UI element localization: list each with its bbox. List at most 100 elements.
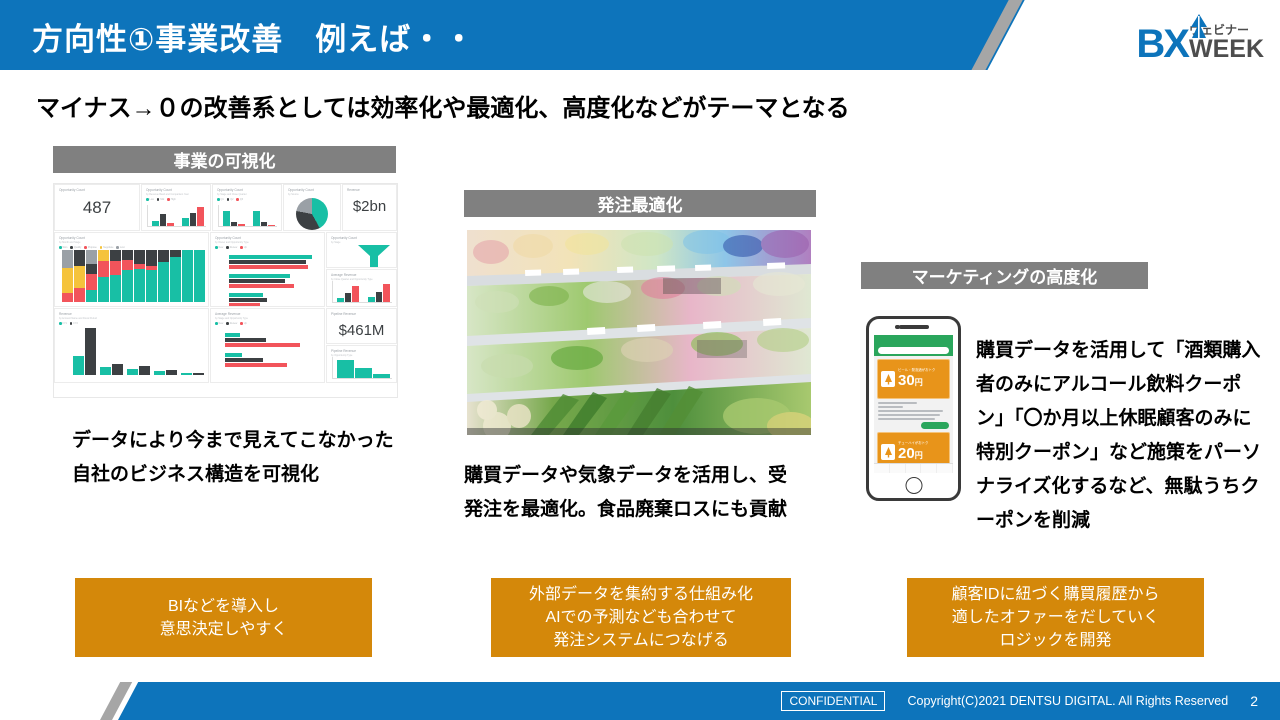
dashboard-hbar-card: Opportunity Count by Owner and Opportuni… — [210, 232, 325, 307]
section-banner-order-optimization: 発注最適化 — [464, 190, 816, 217]
action-box-visualization: BIなどを導入し 意思決定しやすく — [75, 578, 372, 657]
action-line: 適したオファーをだしていく — [951, 609, 1160, 626]
stacked-bar-group — [62, 250, 205, 302]
card-subtitle: by Stage and Opportunity Type — [215, 316, 248, 320]
coupon-icon — [881, 371, 895, 387]
kpi-opportunity-count: 487 — [82, 197, 112, 217]
bar-group — [337, 357, 390, 378]
legend-item: Q3 — [236, 198, 243, 201]
legend-item: High — [167, 198, 176, 201]
kpi-pipeline-revenue: $461M — [338, 321, 385, 339]
legend-item: New — [215, 246, 223, 249]
produce-shelf-illustration — [467, 230, 811, 435]
dashboard-bar-card: Pipeline Revenue by Opportunity Type — [326, 345, 397, 383]
coupon-amount: 30 — [898, 372, 915, 389]
card-title: Revenue — [347, 188, 360, 192]
supermarket-produce-photo — [467, 230, 811, 435]
dashboard-row-2: Opportunity Count by Month and Stage Won… — [54, 232, 397, 307]
card-subtitle: by Owner and Opportunity Type — [215, 240, 249, 244]
beer-icon — [884, 447, 892, 458]
legend-item: Low — [146, 198, 154, 201]
section-banner-visualization: 事業の可視化 — [53, 146, 396, 173]
dashboard-bar-card: Opportunity Count by Revenue Band and Co… — [141, 184, 211, 231]
nav-item[interactable] — [874, 464, 890, 473]
action-line: BIなどを導入し — [167, 597, 280, 615]
coupon-amount-row: 30円 — [898, 372, 935, 390]
nav-item[interactable] — [890, 464, 906, 473]
phone-home-button[interactable] — [905, 477, 922, 494]
copyright-text: Copyright(C)2021 DENTSU DIGITAL. All Rig… — [907, 694, 1229, 708]
coupon-unit: 円 — [914, 451, 923, 460]
dashboard-hbar-card: Average Revenue by Stage and Opportunity… — [210, 308, 325, 383]
mini-bar-chart — [332, 281, 392, 303]
bar-group — [73, 327, 204, 375]
dashboard-funnel-card: Opportunity Count by Stage — [326, 232, 397, 268]
bi-dashboard-image: Opportunity Count 487 Opportunity Count … — [53, 183, 398, 398]
action-line: 顧客IDに紐づく購買履歴から — [951, 586, 1160, 603]
legend-item: New — [215, 322, 223, 325]
footer-content: CONFIDENTIAL Copyright(C)2021 DENTSU DIG… — [680, 682, 1280, 720]
hbar-group — [229, 255, 319, 306]
dashboard-stacked-bar-card: Opportunity Count by Month and Stage Won… — [54, 232, 209, 307]
coupon-card-top[interactable]: ビール・発泡酒がおトク 30円 — [877, 359, 950, 399]
action-box-marketing: 顧客IDに紐づく購買履歴から 適したオファーをだしていく ロジックを開発 — [907, 578, 1204, 657]
smartphone-mockup: ビール・発泡酒がおトク 30円 チューハイがおトク 20円 — [866, 316, 961, 501]
dashboard-row-1: Opportunity Count 487 Opportunity Count … — [54, 184, 397, 231]
card-subtitle: by Revenue Band and Comparison Year — [146, 192, 189, 196]
legend-item: Renew — [226, 322, 237, 325]
funnel-chart — [358, 245, 390, 267]
card-subtitle: by Month and Stage — [59, 240, 81, 244]
coupon-amount-row: 20円 — [898, 445, 928, 463]
card-title: Opportunity Count — [59, 188, 85, 192]
legend-item: Lost — [116, 246, 125, 249]
dashboard-pie-card: Opportunity Count by Source — [283, 184, 341, 231]
legend-item: Q2 — [226, 198, 233, 201]
legend-item: Propose — [84, 246, 97, 249]
card-legend: FY1 FY2 — [59, 322, 204, 325]
app-search-bar[interactable] — [874, 345, 953, 356]
nav-item[interactable] — [921, 464, 938, 473]
phone-speaker — [898, 325, 929, 329]
bar-group — [223, 205, 276, 226]
action-line: 意思決定しやすく — [159, 620, 288, 638]
column-caption-marketing: 購買データを活用して「酒類購入者のみにアルコール飲料クーポン」「〇か月以上休眠顧… — [976, 340, 1262, 531]
app-status-bar — [874, 335, 953, 345]
search-input[interactable] — [878, 347, 949, 354]
app-bottom-nav[interactable] — [874, 463, 953, 473]
dashboard-row-3: Revenue by Account Name and Fiscal Perio… — [54, 308, 397, 383]
coupon-unit: 円 — [914, 378, 923, 387]
card-subtitle: by Account Name and Fiscal Period — [59, 316, 97, 320]
confidential-badge: CONFIDENTIAL — [781, 691, 886, 711]
action-line: 発注システムにつなげる — [553, 632, 729, 649]
card-legend: New Renew Up — [215, 322, 320, 325]
dashboard-right-stack: Pipeline Revenue $461M Pipeline Revenue … — [326, 308, 397, 383]
coupon-text-group: チューハイがおトク 20円 — [898, 441, 928, 463]
card-legend: New Renew Up — [215, 246, 320, 249]
pie-chart — [296, 197, 328, 230]
column-caption-order-optimization: 購買データや気象データを活用し、受発注を最適化。食品廃棄ロスにも貢献 — [464, 465, 788, 520]
legend-item: Negotiate — [99, 246, 113, 249]
dashboard-right-stack: Opportunity Count by Stage Average Reven… — [326, 232, 397, 307]
nav-item[interactable] — [937, 464, 953, 473]
legend-item: Q1 — [217, 198, 224, 201]
coupon-icon — [881, 444, 895, 460]
logo-week-text: WEEK — [1189, 35, 1264, 63]
legend-item: Mid — [156, 198, 164, 201]
mini-bar-chart — [218, 205, 277, 227]
legend-item: FY1 — [59, 322, 67, 325]
column-caption-visualization: データにより今まで見えてこなかった自社のビジネス構造を可視化 — [72, 430, 394, 485]
dashboard-kpi-card: Revenue $2bn — [342, 184, 397, 231]
phone-screen: ビール・発泡酒がおトク 30円 チューハイがおトク 20円 — [874, 335, 953, 473]
legend-item: FY2 — [69, 322, 78, 325]
mini-bar-chart — [147, 205, 206, 227]
card-subtitle: by Stage and Close Quarter — [217, 192, 247, 196]
nav-item[interactable] — [906, 464, 922, 473]
dashboard-avg-revenue-card: Average Revenue by Close Quarter and Opp… — [326, 269, 397, 307]
section-banner-marketing-advancement: マーケティングの高度化 — [861, 262, 1148, 289]
logo-bx-text: BX — [1136, 22, 1190, 66]
card-title: Pipeline Revenue — [331, 312, 356, 316]
coupon-description — [878, 402, 949, 420]
action-box-order-optimization: 外部データを集約する仕組み化 AIでの予測なども合わせて 発注システムにつなげる — [491, 578, 791, 657]
hbar-group — [225, 333, 319, 372]
coupon-use-button[interactable] — [921, 422, 949, 429]
